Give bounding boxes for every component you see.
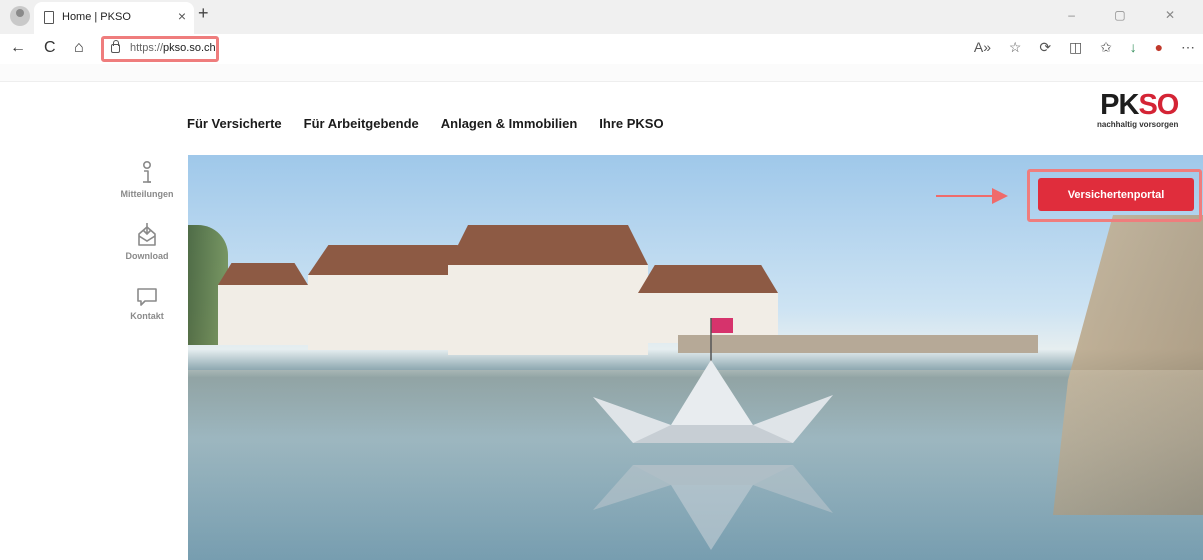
url-field[interactable]	[104, 38, 984, 60]
window-controls[interactable]: – ▢ ✕	[1068, 8, 1193, 22]
new-tab-button[interactable]: +	[198, 3, 209, 24]
url-highlight	[101, 36, 219, 62]
profile-icon[interactable]	[10, 6, 30, 26]
sidebar-item-mitteilungen[interactable]: Mitteilungen	[110, 160, 184, 199]
nav-ihre-pkso[interactable]: Ihre PKSO	[599, 116, 663, 131]
sidebar-item-kontakt[interactable]: Kontakt	[110, 286, 184, 321]
favorite-star-icon[interactable]: ☆	[1009, 39, 1022, 56]
paper-boat-illustration	[593, 318, 833, 550]
page-icon	[44, 11, 54, 24]
browser-tab[interactable]: Home | PKSO ×	[34, 2, 194, 34]
main-nav: Für Versicherte Für Arbeitgebende Anlage…	[187, 116, 664, 131]
hero-roof	[218, 263, 308, 285]
sidebar-item-download[interactable]: Download	[110, 222, 184, 261]
pointer-arrow-icon	[936, 188, 1008, 204]
favorites-icon[interactable]: ✩	[1100, 39, 1112, 56]
reload-button[interactable]: C	[44, 39, 56, 57]
hero-roof	[638, 265, 778, 293]
browser-toolbar-icons: A» ☆ ⟳ ◫ ✩ ↓ ● ⋯	[960, 39, 1195, 56]
nav-fuer-arbeitgebende[interactable]: Für Arbeitgebende	[304, 116, 419, 131]
chat-icon	[137, 288, 157, 306]
page-top-band	[0, 64, 1203, 82]
sidebar-item-label: Download	[125, 251, 169, 261]
read-aloud-icon[interactable]: A»	[974, 39, 991, 55]
more-icon[interactable]: ⋯	[1181, 39, 1195, 56]
versichertenportal-button[interactable]: Versichertenportal	[1038, 178, 1194, 211]
address-bar: ← C ⌂ https://pkso.so.ch A» ☆ ⟳ ◫ ✩ ↓ ● …	[0, 34, 1203, 64]
sidebar-item-label: Mitteilungen	[120, 189, 174, 199]
extensions-icon[interactable]: ⟳	[1039, 39, 1051, 56]
tab-close-icon[interactable]: ×	[178, 8, 186, 24]
home-button[interactable]: ⌂	[74, 39, 84, 57]
copilot-icon[interactable]: ●	[1155, 39, 1163, 55]
sidebar-item-label: Kontakt	[130, 311, 164, 321]
pkso-logo[interactable]: PKSO nachhaltig vorsorgen	[1097, 90, 1179, 129]
download-icon	[138, 223, 156, 246]
nav-fuer-versicherte[interactable]: Für Versicherte	[187, 116, 282, 131]
split-screen-icon[interactable]: ◫	[1069, 39, 1082, 56]
nav-anlagen-immobilien[interactable]: Anlagen & Immobilien	[441, 116, 578, 131]
info-icon	[143, 160, 152, 183]
browser-tabbar: Home | PKSO × + – ▢ ✕	[0, 0, 1203, 34]
tab-title: Home | PKSO	[62, 11, 131, 23]
hero-building	[218, 285, 308, 345]
hero-roof	[448, 225, 648, 265]
logo-tagline: nachhaltig vorsorgen	[1097, 120, 1179, 129]
back-button[interactable]: ←	[10, 39, 26, 57]
downloads-icon[interactable]: ↓	[1130, 39, 1137, 55]
